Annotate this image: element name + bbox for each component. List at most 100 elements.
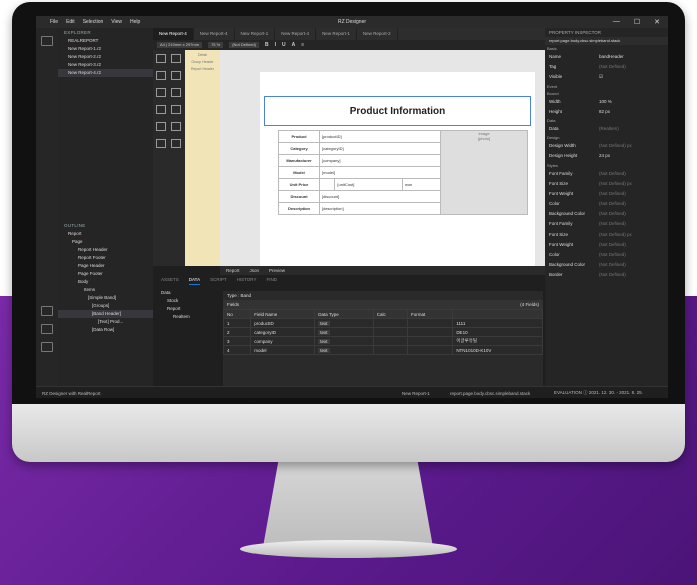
data-tree-item[interactable]: Stock — [161, 297, 216, 305]
property-value[interactable]: (Not Defined) — [599, 240, 668, 250]
cell-name[interactable]: categoryID — [250, 327, 316, 337]
editor-tab[interactable]: New Report-1 — [316, 28, 357, 40]
property-value[interactable]: (Not Defined) px — [599, 230, 668, 240]
cell-type[interactable]: text — [314, 327, 374, 337]
property-row[interactable]: Design Width (Not Defined) px — [545, 141, 668, 151]
cell-calc[interactable] — [372, 327, 408, 337]
text-tool-icon[interactable] — [156, 88, 166, 97]
editor-tab[interactable]: New Report-4 — [153, 28, 194, 40]
property-row[interactable]: Data (Realtem) — [545, 124, 668, 134]
property-section-header[interactable]: Design — [545, 134, 668, 141]
outline-item[interactable]: Report — [58, 230, 153, 238]
qr-tool-icon[interactable] — [171, 139, 181, 148]
menu-selection[interactable]: Selection — [83, 19, 104, 25]
outline-item[interactable]: [Band Header] — [58, 310, 153, 318]
property-value[interactable]: (Not Defined) — [599, 62, 668, 72]
cell-name[interactable]: productID — [250, 318, 316, 328]
table-row[interactable]: 2 categoryID text DE10 — [222, 327, 543, 337]
close-icon[interactable]: ✕ — [654, 18, 660, 26]
menu-edit[interactable]: Edit — [66, 19, 75, 25]
form-value[interactable]: [categoryID] — [319, 142, 441, 155]
cell-calc[interactable] — [372, 336, 408, 346]
property-value[interactable]: (Not Defined) — [599, 270, 668, 280]
report-title[interactable]: Product Information — [264, 96, 531, 126]
tab-data[interactable]: DATA — [188, 275, 201, 285]
property-row[interactable]: Color (Not Defined) — [545, 250, 668, 260]
underline-button[interactable]: U — [282, 42, 286, 48]
outline-item[interactable]: [Groups] — [58, 302, 153, 310]
editor-tab[interactable]: New Report-4 — [194, 28, 235, 40]
property-row[interactable]: Name bandHeader — [545, 52, 668, 62]
property-value[interactable]: bandHeader — [599, 52, 668, 62]
menu-file[interactable]: File — [50, 19, 58, 25]
cell-name[interactable]: model — [250, 345, 316, 355]
outline-item[interactable]: Page Header — [58, 262, 153, 270]
tab-script[interactable]: SCRIPT — [210, 275, 227, 285]
type-dropdown[interactable]: text — [318, 329, 330, 335]
form-value[interactable]: [productID] — [319, 130, 441, 143]
unit-cost-value[interactable]: [unitCost] — [334, 178, 403, 191]
maximize-icon[interactable]: ☐ — [634, 18, 640, 26]
property-value[interactable]: (Not Defined) — [599, 189, 668, 199]
property-row[interactable]: Background Color (Not Defined) — [545, 260, 668, 270]
editor-tab[interactable]: New Report-2 — [357, 28, 398, 40]
barcode-tool-icon[interactable] — [171, 122, 181, 131]
grid-tool-icon[interactable] — [171, 105, 181, 114]
cell-type[interactable]: text — [314, 345, 374, 355]
property-value[interactable]: (Not Defined) px — [599, 141, 668, 151]
outline-item[interactable]: [Data Row] — [58, 326, 153, 334]
file-item[interactable]: New Report-4.r2 — [58, 69, 153, 77]
property-value[interactable]: 24 px — [599, 151, 668, 161]
property-row[interactable]: Design Height 24 px — [545, 151, 668, 161]
account-icon[interactable] — [41, 306, 53, 316]
settings-icon[interactable] — [41, 342, 53, 352]
form-value[interactable] — [318, 178, 336, 191]
type-dropdown[interactable]: text — [318, 347, 330, 353]
property-value[interactable]: (Not Defined) px — [599, 179, 668, 189]
property-row[interactable]: Color (Not Defined) — [545, 199, 668, 209]
table-tool-icon[interactable] — [171, 71, 181, 80]
chart-tool-icon[interactable] — [156, 105, 166, 114]
page-size-select[interactable]: A4 | 210mm x 297mm — [157, 42, 203, 48]
editor-tab[interactable]: New Report-4 — [275, 28, 317, 40]
form-value[interactable]: [company] — [319, 154, 441, 167]
cell-format[interactable] — [406, 345, 454, 355]
property-row[interactable]: Border (Not Defined) — [545, 270, 668, 280]
property-section-header[interactable]: Data — [545, 117, 668, 124]
pan-tool-icon[interactable] — [171, 54, 181, 63]
property-value[interactable]: (Not Defined) — [599, 260, 668, 270]
cell-format[interactable] — [406, 327, 454, 337]
product-form-table[interactable]: Product [productID] Image [photo] Categor… — [278, 130, 528, 215]
property-row[interactable]: Font Weight (Not Defined) — [545, 240, 668, 250]
table-row[interactable]: 3 company text 이글루유틸 — [222, 336, 543, 346]
font-color-button[interactable]: A — [292, 42, 296, 48]
zoom-select[interactable]: 75 % — [208, 42, 224, 48]
line-tool-icon[interactable] — [156, 122, 166, 131]
tab-json[interactable]: Json — [250, 266, 260, 275]
property-row[interactable]: Font Size (Not Defined) px — [545, 179, 668, 189]
property-value[interactable]: 100 % — [599, 97, 668, 107]
outline-item[interactable]: Page Footer — [58, 270, 153, 278]
image-cell[interactable]: Image [photo] — [440, 130, 528, 215]
tab-assets[interactable]: ASSETS — [161, 275, 179, 285]
cell-name[interactable]: company — [250, 336, 316, 346]
server-icon[interactable] — [41, 324, 53, 334]
data-tree-item[interactable]: Realtem — [161, 313, 216, 321]
property-section-header[interactable]: Basic — [545, 45, 668, 52]
align-button[interactable]: ≡ — [301, 42, 304, 48]
outline-item[interactable]: Report Footer — [58, 254, 153, 262]
form-value[interactable]: [model] — [319, 166, 441, 179]
cell-type[interactable]: text — [314, 336, 374, 346]
outline-item[interactable]: [Simple Band] — [58, 294, 153, 302]
file-item[interactable]: New Report-1.r2 — [58, 45, 153, 53]
type-dropdown[interactable]: text — [318, 320, 330, 326]
property-row[interactable]: Visible ☑ — [545, 72, 668, 82]
minimize-icon[interactable]: — — [613, 18, 620, 26]
tab-history[interactable]: HISTORY — [237, 275, 257, 285]
cell-format[interactable] — [406, 318, 454, 328]
tab-find[interactable]: FIND — [266, 275, 277, 285]
property-row[interactable]: Height 82 px — [545, 107, 668, 117]
design-canvas[interactable]: Product Information Product [productID] … — [220, 50, 545, 266]
property-row[interactable]: Font Size (Not Defined) px — [545, 230, 668, 240]
property-value[interactable]: (Not Defined) — [599, 219, 668, 229]
